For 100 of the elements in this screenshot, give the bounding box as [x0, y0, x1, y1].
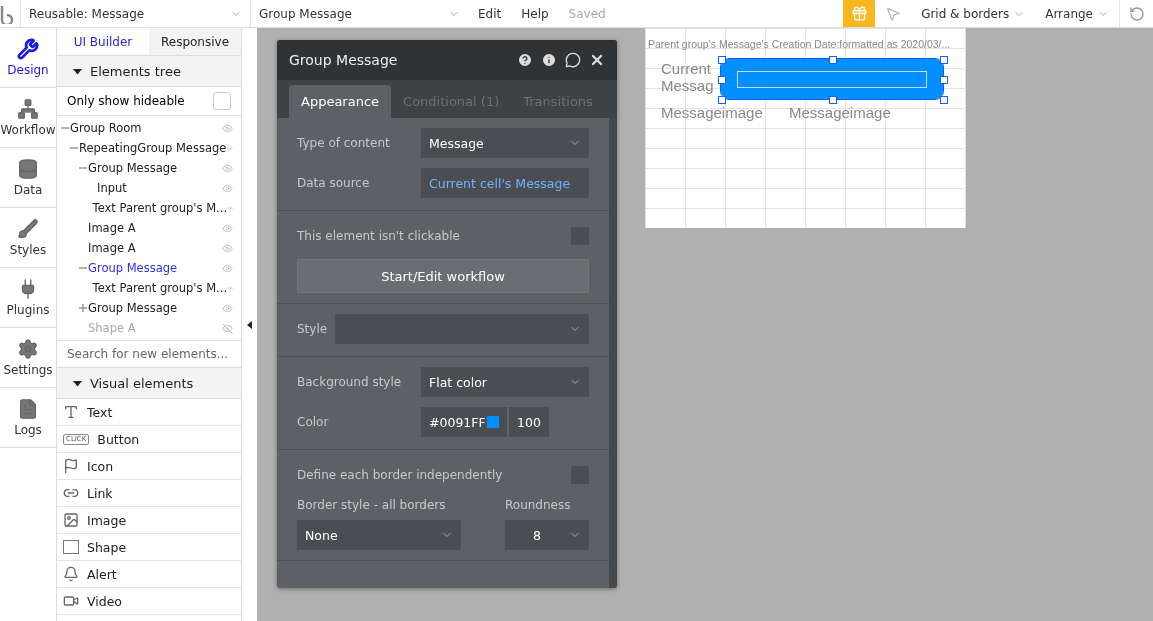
element-item[interactable]: Alert: [57, 561, 241, 588]
canvas-text: Parent group's Message's Creation Date:formatted as 2020/03/...: [648, 39, 951, 50]
tree-item[interactable]: Text Parent group's M...: [92, 201, 228, 215]
eye-icon[interactable]: [222, 222, 233, 234]
editor-title: Group Message: [289, 52, 399, 68]
dropdown[interactable]: 8: [505, 520, 589, 550]
eye-icon[interactable]: [222, 262, 233, 274]
nav-item[interactable]: Workflow: [0, 88, 56, 148]
tree-item[interactable]: Group Message: [88, 301, 221, 315]
close-icon[interactable]: [589, 52, 605, 68]
info-icon[interactable]: [541, 52, 557, 68]
resize-handle[interactable]: [940, 96, 948, 104]
bell-icon: [63, 566, 79, 582]
nav-item[interactable]: Logs: [0, 388, 56, 448]
eye-off-icon[interactable]: [222, 322, 233, 334]
collapse-icon[interactable]: [247, 320, 252, 329]
field-label: Background style: [297, 375, 402, 389]
menu-item[interactable]: Help: [511, 6, 559, 21]
panel-tab[interactable]: Responsive: [149, 28, 241, 56]
resize-handle[interactable]: [718, 76, 726, 84]
filter-label: Only show hideable: [67, 94, 185, 108]
canvas-text: Messageimage: [789, 105, 891, 120]
expand-icon[interactable]: [79, 304, 87, 312]
tree-item[interactable]: Group Room: [70, 121, 221, 135]
help-icon[interactable]: [517, 52, 533, 68]
dropdown[interactable]: Message: [421, 128, 589, 158]
element-item[interactable]: Video: [57, 588, 241, 615]
toolbar-menu[interactable]: Grid & borders: [911, 6, 1036, 21]
element-item[interactable]: Icon: [57, 453, 241, 480]
editor-tab[interactable]: Appearance: [289, 85, 392, 118]
canvas-text: Messag: [661, 78, 714, 93]
save-status: Saved: [567, 6, 607, 21]
field-label: Style: [297, 322, 328, 336]
caret-icon[interactable]: [73, 379, 82, 387]
square-icon: [63, 540, 79, 554]
tree-item[interactable]: Image A: [88, 241, 221, 255]
eye-icon[interactable]: [222, 182, 233, 194]
nav-item[interactable]: Styles: [0, 208, 56, 268]
tree-item[interactable]: Group Message: [88, 161, 221, 175]
color-swatch[interactable]: [487, 416, 499, 428]
field-label: Roundness: [505, 498, 572, 512]
eye-icon[interactable]: [222, 162, 233, 174]
settings-icon: [17, 338, 39, 360]
checkbox-label: Define each border independently: [297, 468, 503, 482]
checkbox[interactable]: [213, 92, 231, 110]
tree-item[interactable]: Image A: [88, 221, 221, 235]
document-icon: [17, 398, 39, 420]
nav-item[interactable]: Settings: [0, 328, 56, 388]
element-dropdown[interactable]: Group Message: [250, 0, 468, 27]
section-header[interactable]: Elements tree: [57, 56, 241, 87]
opacity-field[interactable]: 100: [509, 407, 549, 437]
resize-handle[interactable]: [940, 56, 948, 64]
image-icon: [63, 512, 79, 528]
color-field[interactable]: #0091FF: [421, 407, 507, 437]
resize-handle[interactable]: [829, 96, 837, 104]
resize-handle[interactable]: [940, 76, 948, 84]
eye-icon[interactable]: [222, 242, 233, 254]
nav-item[interactable]: Design: [0, 28, 56, 88]
tree-item[interactable]: Text Parent group's M...: [92, 281, 228, 295]
section-header[interactable]: Visual elements: [57, 368, 241, 399]
gift-button[interactable]: [843, 0, 876, 27]
video-icon: [63, 593, 79, 609]
text-icon: [63, 404, 79, 420]
eye-icon[interactable]: [222, 302, 233, 314]
eye-icon[interactable]: [222, 122, 233, 134]
menu-item[interactable]: Edit: [468, 6, 512, 21]
dropdown[interactable]: None: [297, 520, 461, 550]
toolbar-menu[interactable]: Arrange: [1035, 6, 1119, 21]
checkbox-label: This element isn't clickable: [297, 229, 460, 243]
element-item[interactable]: Image: [57, 507, 241, 534]
canvas-text: Messageimage: [661, 105, 763, 120]
resize-handle[interactable]: [718, 96, 726, 104]
tree-item[interactable]: Input: [97, 181, 221, 195]
element-item[interactable]: Link: [57, 480, 241, 507]
undo-icon[interactable]: [1128, 5, 1145, 22]
resize-handle[interactable]: [718, 56, 726, 64]
field-label: Color: [297, 415, 329, 429]
tree-item[interactable]: RepeatingGroup Message: [79, 141, 227, 155]
expression-field[interactable]: Current cell's Message: [421, 168, 589, 198]
caret-icon[interactable]: [73, 67, 82, 75]
input-element[interactable]: [721, 59, 943, 99]
logo-icon[interactable]: [0, 3, 14, 24]
field-label: Data source: [297, 176, 370, 190]
page-dropdown[interactable]: Reusable: Message: [20, 0, 250, 27]
workflow-button[interactable]: Start/Edit workflow: [297, 259, 589, 293]
comment-icon[interactable]: [565, 52, 581, 68]
pointer-icon[interactable]: [885, 5, 902, 22]
hierarchy-icon: [17, 98, 39, 120]
element-item[interactable]: Shape: [57, 534, 241, 561]
field-label: Border style - all borders: [297, 498, 447, 512]
element-item[interactable]: Text: [57, 399, 241, 426]
nav-item[interactable]: Plugins: [0, 268, 56, 328]
dropdown[interactable]: Flat color: [421, 367, 589, 397]
database-icon: [17, 158, 39, 180]
flag-icon: [63, 458, 79, 474]
resize-handle[interactable]: [829, 56, 837, 64]
nav-item[interactable]: Data: [0, 148, 56, 208]
field-label: Type of content: [297, 136, 390, 150]
gift-icon: [850, 5, 868, 22]
tree-item[interactable]: Group Message: [88, 261, 221, 275]
